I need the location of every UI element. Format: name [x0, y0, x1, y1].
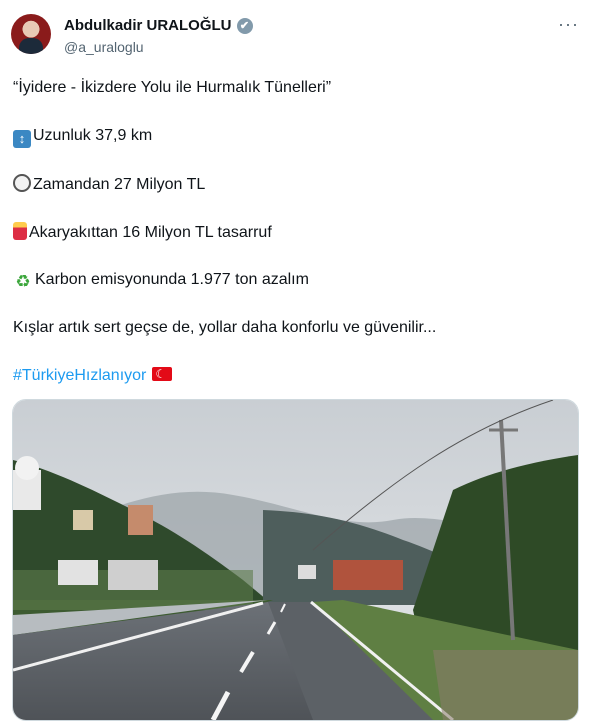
author-handle[interactable]: @a_uraloglu	[64, 39, 144, 55]
hashtag-link[interactable]: #TürkiyeHızlanıyor	[13, 367, 146, 384]
post-line-text: Zamandan 27 Milyon TL	[33, 176, 206, 193]
post-line-carbon: ♻ Karbon emisyonunda 1.977 ton azalım	[13, 270, 309, 291]
video-still-image	[13, 400, 578, 720]
author-name-row: Abdulkadir URALOĞLU ✔	[64, 17, 253, 34]
post-line-text: Akaryakıttan 16 Milyon TL tasarruf	[29, 224, 272, 241]
author-name[interactable]: Abdulkadir URALOĞLU	[64, 17, 232, 34]
post-line-text: Uzunluk 37,9 km	[33, 127, 153, 144]
recycle-icon: ♻	[15, 272, 31, 291]
post-title-line: “İyidere - İkizdere Yolu ile Hurmalık Tü…	[13, 79, 332, 96]
post-video[interactable]	[12, 399, 579, 721]
avatar[interactable]	[11, 14, 51, 54]
post-line-time: Zamandan 27 Milyon TL	[13, 174, 205, 195]
turkey-flag-icon	[152, 364, 173, 384]
post-line-fuel: Akaryakıttan 16 Milyon TL tasarruf	[13, 222, 272, 243]
post-line-text: Karbon emisyonunda 1.977 ton azalım	[35, 271, 309, 288]
fuel-pump-icon	[13, 222, 27, 240]
media-caption-strip	[12, 716, 577, 728]
up-down-arrow-icon: ↕	[13, 130, 31, 148]
more-options-icon[interactable]: ···	[558, 14, 579, 35]
post-closing-line: Kışlar artık sert geçse de, yollar daha …	[13, 319, 437, 336]
verified-badge-icon: ✔	[236, 17, 253, 34]
post-hashtag-line: #TürkiyeHızlanıyor	[13, 364, 173, 386]
stopwatch-icon	[13, 174, 31, 192]
post-line-length: ↕ Uzunluk 37,9 km	[13, 126, 152, 148]
